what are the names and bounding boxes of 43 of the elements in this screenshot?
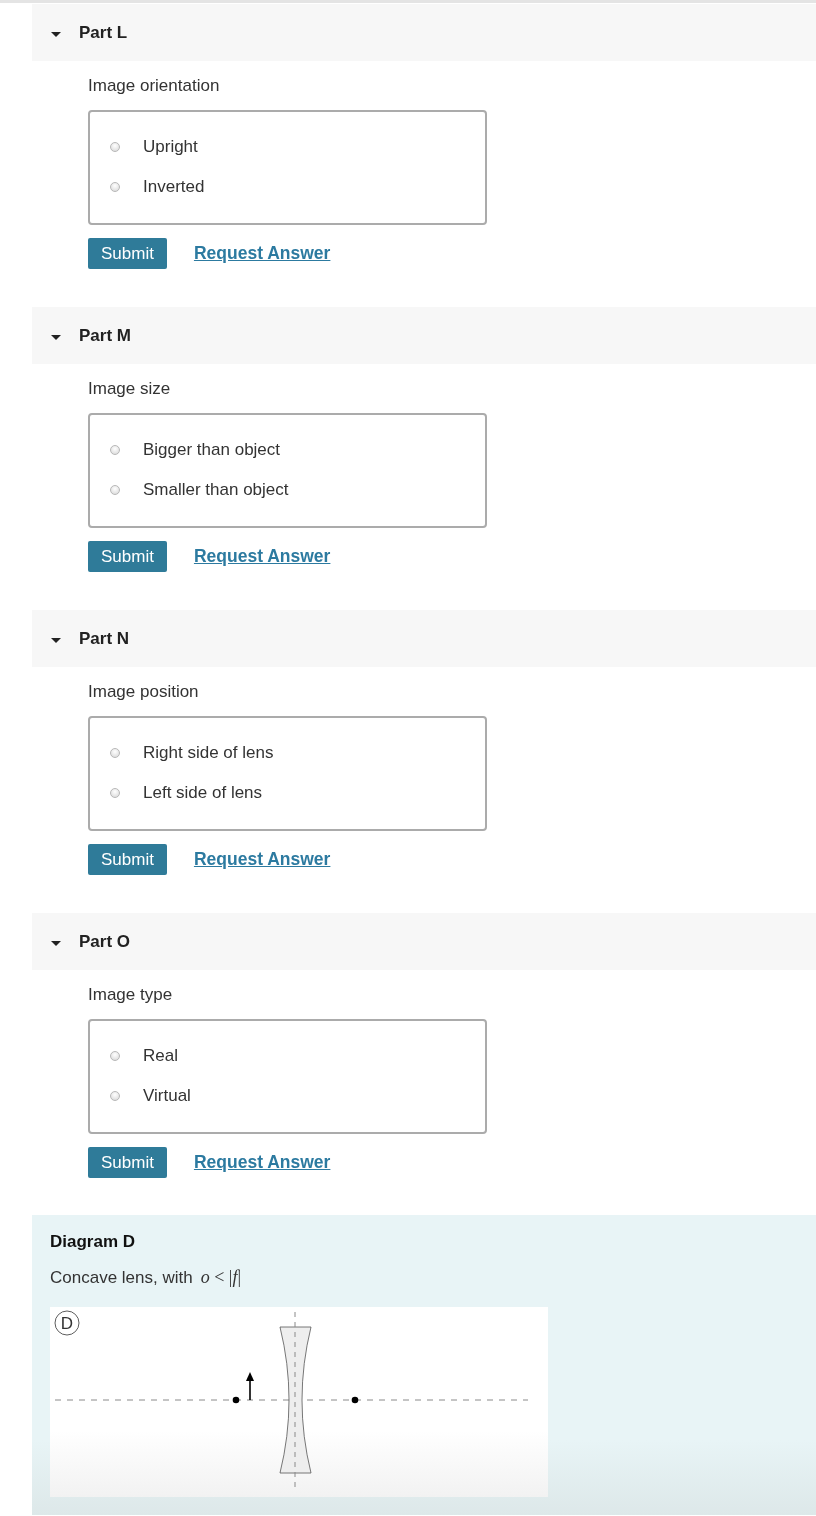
radio-button[interactable] <box>110 182 120 192</box>
diagram-label: D <box>54 1310 80 1336</box>
caret-icon[interactable] <box>51 941 61 946</box>
option-label[interactable]: Virtual <box>143 1086 191 1106</box>
option-label[interactable]: Bigger than object <box>143 440 281 460</box>
formula: o < |f| <box>200 1267 242 1287</box>
submit-button[interactable]: Submit <box>88 541 167 572</box>
radio-button[interactable] <box>110 748 120 758</box>
request-answer-link[interactable]: Request Answer <box>193 243 331 264</box>
radio-button[interactable] <box>110 142 120 152</box>
option-label[interactable]: Right side of lens <box>143 743 274 763</box>
radio-button[interactable] <box>110 1051 120 1061</box>
submit-button[interactable]: Submit <box>88 1147 167 1178</box>
submit-button[interactable]: Submit <box>88 844 167 875</box>
request-answer-link[interactable]: Request Answer <box>193 849 331 870</box>
caret-icon[interactable] <box>51 335 61 340</box>
part-header[interactable]: Part O <box>32 913 816 970</box>
diagram-caption: Concave lens, with <box>50 1268 193 1288</box>
request-answer-link[interactable]: Request Answer <box>193 546 331 567</box>
option-label[interactable]: Inverted <box>143 177 205 197</box>
question-label: Image size <box>88 379 172 399</box>
caret-icon[interactable] <box>51 638 61 643</box>
radio-button[interactable] <box>110 485 120 495</box>
radio-button[interactable] <box>110 788 120 798</box>
option-label[interactable]: Upright <box>143 137 198 157</box>
part-header[interactable]: Part N <box>32 610 816 667</box>
request-answer-link[interactable]: Request Answer <box>193 1152 331 1173</box>
object-arrow <box>246 1372 254 1401</box>
submit-button[interactable]: Submit <box>88 238 167 269</box>
radio-button[interactable] <box>110 1091 120 1101</box>
part-header[interactable]: Part M <box>32 307 816 364</box>
focal-point-icon <box>232 1396 240 1404</box>
part-header[interactable]: Part L <box>32 4 816 61</box>
question-label: Image type <box>88 985 174 1005</box>
focal-point-icon <box>351 1396 359 1404</box>
question-label: Image orientation <box>88 76 221 96</box>
option-label[interactable]: Smaller than object <box>143 480 289 500</box>
diagram-title: Diagram D <box>50 1232 137 1252</box>
question-label: Image position <box>88 682 200 702</box>
caret-icon[interactable] <box>51 32 61 37</box>
option-label[interactable]: Left side of lens <box>143 783 263 803</box>
option-label[interactable]: Real <box>143 1046 178 1066</box>
radio-button[interactable] <box>110 445 120 455</box>
